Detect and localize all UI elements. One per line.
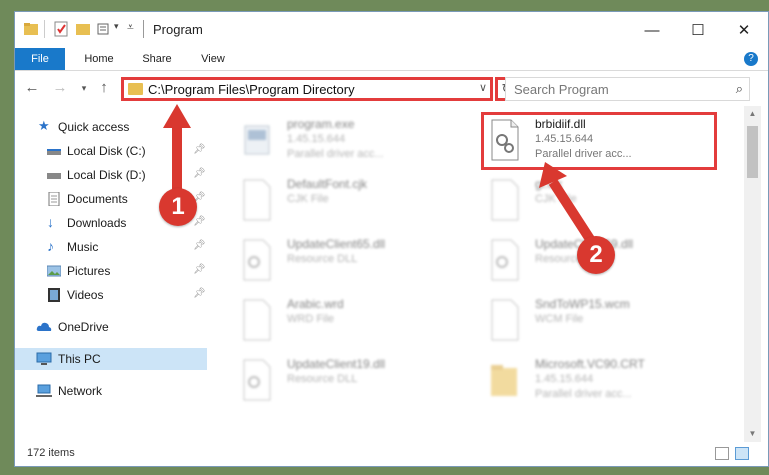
step-badge-1: 1 [159,188,197,226]
explorer-window: ▾ ⩡ Program — ☐ ✕ File Home Share View ?… [14,11,769,467]
annotation-arrows [163,104,602,253]
step-badge-2: 2 [577,236,615,274]
